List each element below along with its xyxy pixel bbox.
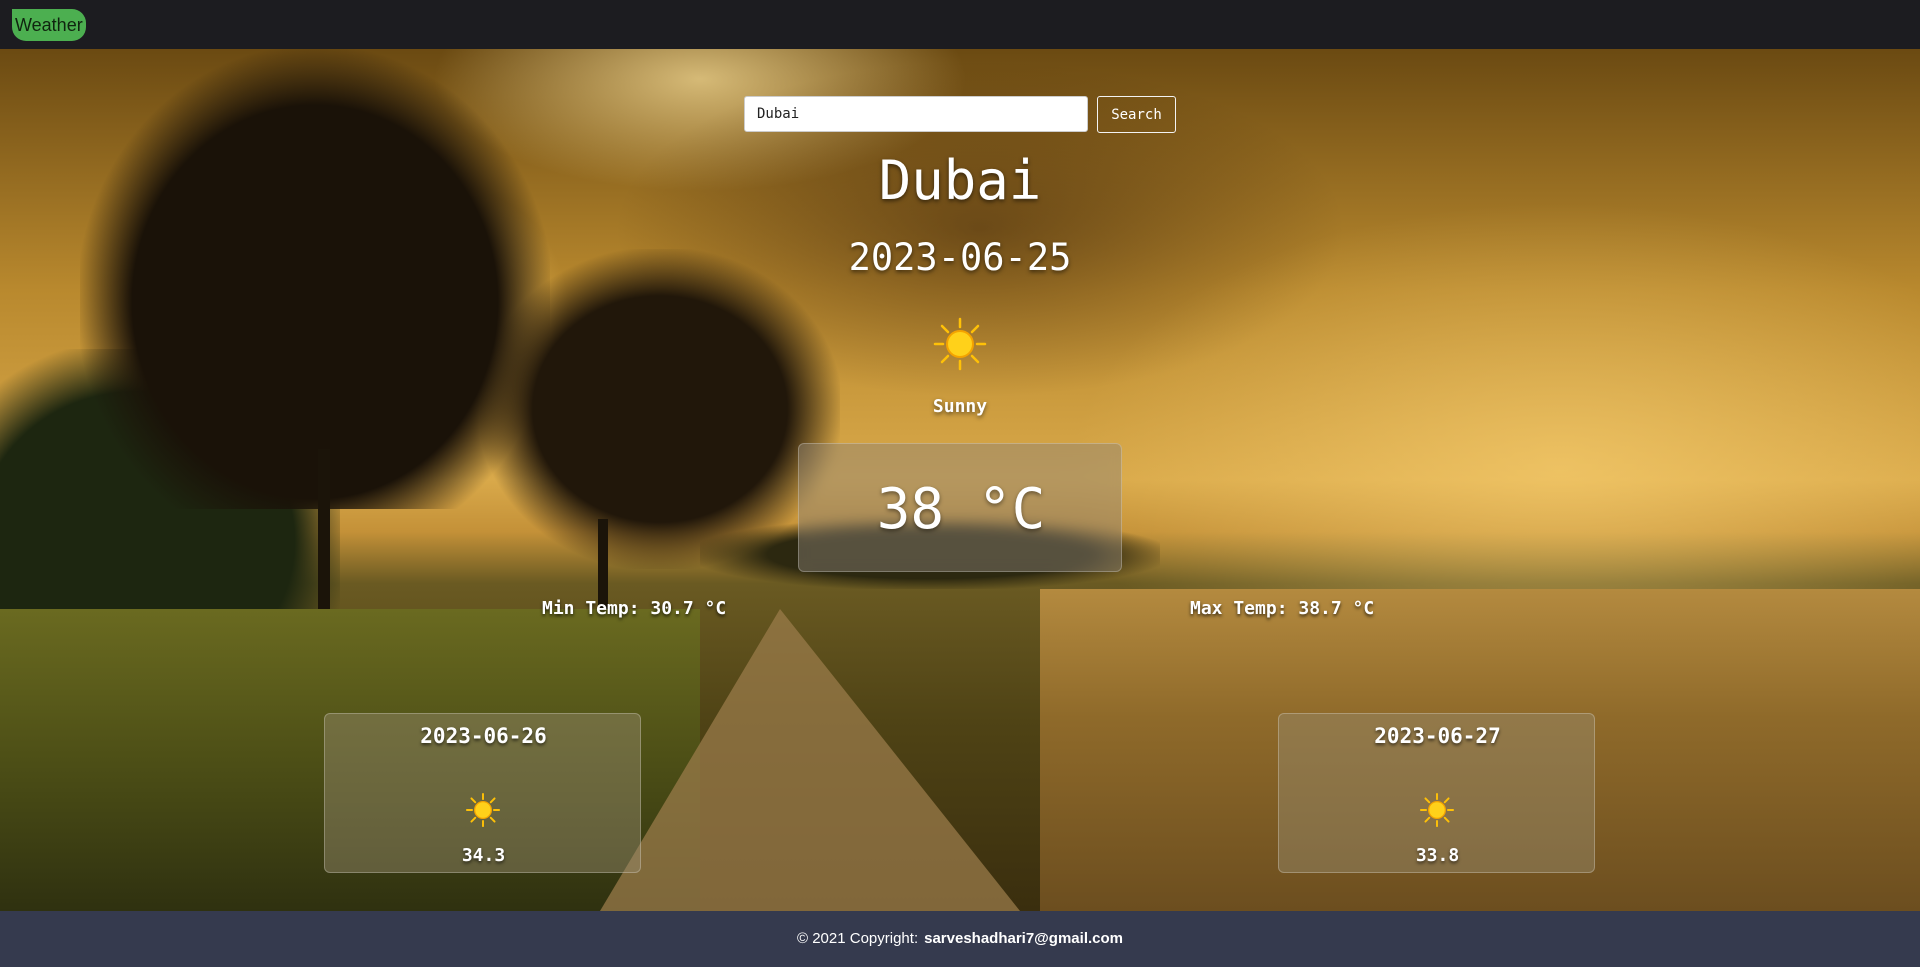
copyright-text: © 2021 Copyright: [796,930,919,947]
forecast-date: 2023-06-26 [420,724,547,748]
forecast-card: 2023-06-27 33.8 [1278,713,1595,873]
brand-link[interactable]: Weather [12,9,86,41]
city-name: Dubai [878,149,1042,212]
forecast-temp: 34.3 [461,845,506,866]
search-button[interactable]: Search [1097,96,1176,133]
sun-icon [1419,792,1455,828]
max-temp: Max Temp: 38.7 °C [1190,598,1375,619]
background-dirt-path [600,609,1020,911]
city-search-input[interactable] [744,96,1088,132]
footer: © 2021 Copyright: sarveshadhari7@gmail.co… [0,911,1920,967]
current-date: 2023-06-25 [848,236,1072,279]
sun-icon [465,792,501,828]
current-temp-card: 38 °C [798,443,1122,572]
footer-email-link[interactable]: sarveshadhari7@gmail.com [924,930,1123,947]
forecast-temp: 33.8 [1415,845,1460,866]
forecast-date: 2023-06-27 [1374,724,1501,748]
sun-icon [933,317,987,371]
current-temperature: 38 °C [876,477,1046,542]
min-temp: Min Temp: 30.7 °C [542,598,727,619]
weather-condition: Sunny [932,396,988,417]
navbar: Weather [0,0,1920,49]
forecast-card: 2023-06-26 34.3 [324,713,641,873]
